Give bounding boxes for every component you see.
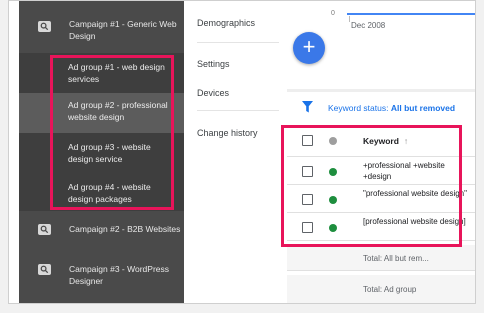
chart-x-tick <box>349 16 350 22</box>
select-all-checkbox[interactable] <box>302 135 313 146</box>
search-campaign-icon <box>38 264 51 275</box>
ad-group-item-2[interactable]: Ad group #2 - professional website desig… <box>19 93 184 133</box>
nav-item-devices[interactable]: Devices <box>197 88 229 98</box>
campaign-label: Campaign #2 - B2B Websites <box>69 224 181 234</box>
ad-group-label: Ad group #1 - web design services <box>68 62 165 84</box>
enabled-status-dot <box>329 168 337 176</box>
nav-divider <box>197 110 279 111</box>
row-checkbox[interactable] <box>302 166 313 177</box>
nav-item-demographics[interactable]: Demographics <box>197 18 255 28</box>
enabled-status-dot <box>329 196 337 204</box>
campaign-item-3[interactable]: Campaign #3 - WordPress Designer <box>19 263 184 289</box>
keyword-cell[interactable]: [professional website design] <box>363 216 468 227</box>
section-divider <box>287 89 475 92</box>
filter-value: All but removed <box>390 103 456 113</box>
table-row: [professional website design] <box>287 213 475 241</box>
campaign-item-2[interactable]: Campaign #2 - B2B Websites <box>19 223 184 249</box>
table-row: "professional website design" <box>287 185 475 213</box>
ad-group-label: Ad group #4 - website design packages <box>68 182 151 204</box>
keyword-cell[interactable]: "professional website design" <box>363 188 468 199</box>
page-menu: Demographics Settings Devices Change his… <box>184 1 287 303</box>
table-header-row: Keyword ↑ <box>287 125 475 157</box>
ad-group-item-1[interactable]: Ad group #1 - web design services <box>19 59 184 95</box>
nav-item-settings[interactable]: Settings <box>197 59 230 69</box>
sort-ascending-icon[interactable]: ↑ <box>404 136 408 146</box>
status-column-dot <box>329 137 337 145</box>
campaign-sidebar: Campaign #1 - Generic Web Design Ad grou… <box>19 1 184 303</box>
ad-group-item-3[interactable]: Ad group #3 - website design service <box>19 137 184 173</box>
add-keyword-button[interactable]: + <box>293 32 325 64</box>
ad-group-item-4[interactable]: Ad group #4 - website design packages <box>19 175 184 211</box>
search-campaign-icon <box>38 21 51 32</box>
filter-bar[interactable]: Keyword status: All but removed <box>287 97 475 119</box>
chart-zero-tick: 0 <box>331 10 335 17</box>
total-row-ad-group: Total: Ad group <box>287 275 475 303</box>
total-label: Total: Ad group <box>363 285 417 294</box>
row-checkbox[interactable] <box>302 194 313 205</box>
enabled-status-dot <box>329 224 337 232</box>
row-checkbox[interactable] <box>302 222 313 233</box>
table-row: +professional +website +design <box>287 157 475 185</box>
filter-status-text[interactable]: Keyword status: All but removed <box>328 103 455 113</box>
nav-item-change-history[interactable]: Change history <box>197 128 258 138</box>
keyword-header-label: Keyword <box>363 136 399 146</box>
keywords-panel: 0 Dec 2008 + Keyword status: All but rem… <box>287 1 475 303</box>
ad-group-label: Ad group #3 - website design service <box>68 142 151 164</box>
filter-prefix: Keyword status: <box>328 103 391 113</box>
keyword-column-header[interactable]: Keyword ↑ <box>363 136 468 147</box>
campaign-label: Campaign #1 - Generic Web Design <box>69 19 177 41</box>
total-row-filtered: Total: All but rem... <box>287 245 475 271</box>
chart-series-line <box>347 13 475 15</box>
chart-date-label: Dec 2008 <box>351 21 386 30</box>
filter-icon[interactable] <box>302 101 313 113</box>
campaign-item-1[interactable]: Campaign #1 - Generic Web Design <box>19 18 184 48</box>
search-campaign-icon <box>38 224 51 235</box>
keyword-cell[interactable]: +professional +website +design <box>363 160 468 182</box>
total-label: Total: All but rem... <box>363 254 429 263</box>
nav-divider <box>197 42 279 43</box>
ad-group-label: Ad group #2 - professional website desig… <box>68 100 168 122</box>
ad-group-list: Ad group #1 - web design services Ad gro… <box>19 53 184 211</box>
campaign-label: Campaign #3 - WordPress Designer <box>69 264 169 286</box>
app-frame: Campaign #1 - Generic Web Design Ad grou… <box>8 0 476 304</box>
performance-chart: 0 Dec 2008 + <box>287 1 475 87</box>
